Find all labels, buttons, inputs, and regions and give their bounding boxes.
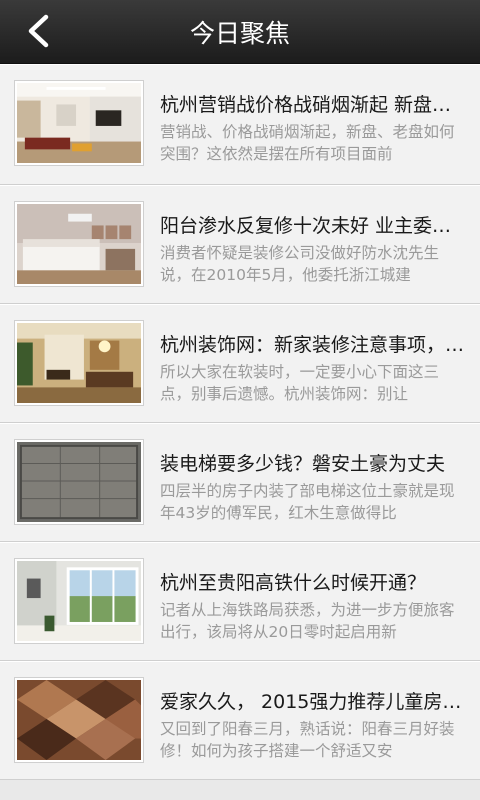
article-list: 杭州营销战价格战硝烟渐起 新盘、老盘 营销战、价格战硝烟渐起，新盘、老盘如何突围… — [0, 64, 480, 780]
article-item[interactable]: 杭州营销战价格战硝烟渐起 新盘、老盘 营销战、价格战硝烟渐起，新盘、老盘如何突围… — [0, 64, 480, 185]
article-title: 杭州至贵阳高铁什么时候开通？ — [160, 572, 427, 594]
article-thumbnail — [14, 439, 144, 525]
article-item[interactable]: 杭州至贵阳高铁什么时候开通？ 记者从上海铁路局获悉，为进一步方便旅客出行，该局将… — [0, 542, 480, 661]
article-summary: 消费者怀疑是装修公司没做好防水沈先生说，在2010年5月，他委托浙江城建 — [160, 244, 440, 284]
app-header: 今日聚焦 — [0, 0, 480, 64]
article-thumbnail — [14, 80, 144, 166]
article-thumbnail — [14, 320, 144, 406]
article-thumbnail — [14, 558, 144, 644]
article-summary: 营销战、价格战硝烟渐起，新盘、老盘如何突围？这依然是摆在所有项目面前 — [160, 123, 455, 163]
article-item[interactable]: 阳台渗水反复修十次未好 业主委托装修 消费者怀疑是装修公司没做好防水沈先生说，在… — [0, 185, 480, 304]
article-title: 阳台渗水反复修十次未好 业主委托装修 — [160, 215, 466, 237]
article-title: 爱家久久， 2015强力推荐儿童房装修 — [160, 691, 466, 713]
article-item[interactable]: 装电梯要多少钱？磐安土豪为丈夫 四层半的房子内装了部电梯这位土豪就是现年43岁的… — [0, 423, 480, 542]
article-title: 装电梯要多少钱？磐安土豪为丈夫 — [160, 453, 446, 475]
article-summary: 四层半的房子内装了部电梯这位土豪就是现年43岁的傅军民，红木生意做得比 — [160, 482, 455, 522]
article-title: 杭州装饰网：新家装修注意事项，装修入住 — [160, 334, 466, 356]
article-item[interactable]: 杭州装饰网：新家装修注意事项，装修入住 所以大家在软装时，一定要小心下面这三点，… — [0, 304, 480, 423]
article-item[interactable]: 爱家久久， 2015强力推荐儿童房装修 又回到了阳春三月，熟话说：阳春三月好装修… — [0, 661, 480, 780]
page-title: 今日聚焦 — [189, 18, 290, 48]
article-summary: 又回到了阳春三月，熟话说：阳春三月好装修！如何为孩子搭建一个舒适又安 — [160, 720, 455, 760]
article-thumbnail — [14, 677, 144, 763]
article-summary: 记者从上海铁路局获悉，为进一步方便旅客出行，该局将从20日零时起启用新 — [160, 601, 455, 641]
article-summary: 所以大家在软装时，一定要小心下面这三点，别事后遗憾。杭州装饰网：别让 — [160, 363, 440, 403]
article-thumbnail — [14, 201, 144, 287]
article-title: 杭州营销战价格战硝烟渐起 新盘、老盘 — [160, 94, 466, 116]
